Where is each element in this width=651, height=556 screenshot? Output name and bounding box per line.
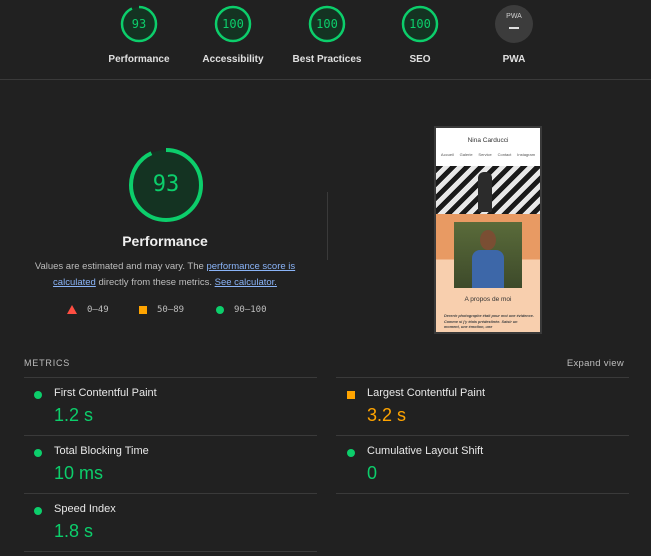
divider xyxy=(24,493,317,494)
divider xyxy=(327,192,328,260)
category-summary: 93 Performance 100 Accessibility 100 Bes… xyxy=(0,0,651,80)
thumb-nav-item: Contact xyxy=(497,152,512,157)
performance-gauge: 93 xyxy=(127,146,205,224)
divider xyxy=(24,435,317,436)
metric-name: First Contentful Paint xyxy=(54,387,157,399)
divider xyxy=(336,435,629,436)
gauge-score: 93 xyxy=(131,17,147,31)
thumb-about-title: A propos de moi xyxy=(464,296,512,303)
pass-circle-icon xyxy=(34,449,42,457)
pass-circle-icon xyxy=(347,449,355,457)
circle-icon xyxy=(216,305,224,314)
performance-description: Values are estimated and may vary. The p… xyxy=(30,259,300,291)
divider xyxy=(24,551,317,552)
pass-circle-icon xyxy=(34,507,42,515)
pwa-dash-icon xyxy=(509,27,519,29)
triangle-icon xyxy=(67,305,77,314)
person-silhouette-icon xyxy=(478,172,492,212)
thumb-hero-image xyxy=(436,166,540,214)
metrics-heading: METRICS xyxy=(24,358,71,368)
thumb-about-text: Derenir photographe était pour moi une é… xyxy=(444,314,534,329)
see-calculator-link[interactable]: See calculator. xyxy=(215,277,277,288)
performance-title: Performance xyxy=(122,233,208,249)
pass-circle-icon xyxy=(34,391,42,399)
legend-label: 0–49 xyxy=(87,305,109,315)
thumb-nav: Accueil Galerie Service Contact Instagra… xyxy=(436,152,540,157)
metric-name: Speed Index xyxy=(54,503,116,515)
gauge-pwa[interactable]: PWA PWA xyxy=(454,4,574,65)
pwa-badge-text: PWA xyxy=(506,13,522,20)
thumb-nav-item: Service xyxy=(478,152,492,157)
legend-average: 50–89 xyxy=(139,305,184,315)
portrait-body-icon xyxy=(472,250,504,288)
legend-fail: 0–49 xyxy=(67,305,109,315)
metric-name: Total Blocking Time xyxy=(54,445,149,457)
thumb-nav-item: Accueil xyxy=(440,152,454,157)
thumb-nav-item: Instagram xyxy=(517,152,536,157)
gauge-label: PWA xyxy=(502,54,526,65)
metric-value: 1.2 s xyxy=(54,405,94,425)
performance-score: 93 xyxy=(152,172,180,197)
description-text: directly from these metrics. xyxy=(95,277,215,288)
metric-value: 10 ms xyxy=(54,463,104,483)
legend-label: 90–100 xyxy=(234,305,267,315)
final-screenshot[interactable]: Nina Carducci Accueil Galerie Service Co… xyxy=(434,126,542,334)
legend-label: 50–89 xyxy=(157,305,185,315)
pwa-badge-icon: PWA xyxy=(495,5,533,43)
divider xyxy=(24,377,317,378)
description-text: Values are estimated and may vary. The xyxy=(34,261,207,272)
thumb-site-title: Nina Carducci xyxy=(467,137,509,144)
square-icon xyxy=(139,305,147,314)
gauge-score: 100 xyxy=(316,17,338,31)
divider xyxy=(336,377,629,378)
metric-value: 0 xyxy=(367,463,378,483)
legend-pass: 90–100 xyxy=(216,305,267,315)
expand-view-button[interactable]: Expand view xyxy=(567,358,624,369)
gauge-score: 100 xyxy=(222,17,244,31)
portrait-face-icon xyxy=(480,230,496,250)
thumb-header: Nina Carducci Accueil Galerie Service Co… xyxy=(436,128,540,166)
thumb-nav-item: Galerie xyxy=(459,152,473,157)
metric-name: Largest Contentful Paint xyxy=(367,387,486,399)
thumb-portrait-image xyxy=(454,222,522,288)
average-square-icon xyxy=(347,391,355,399)
metric-name: Cumulative Layout Shift xyxy=(367,445,484,457)
thumb-about-section: A propos de moi Derenir photographe étai… xyxy=(436,214,540,332)
metric-value: 3.2 s xyxy=(367,405,407,425)
gauge-score: 100 xyxy=(409,17,431,31)
metric-value: 1.8 s xyxy=(54,521,94,541)
divider xyxy=(336,493,629,494)
